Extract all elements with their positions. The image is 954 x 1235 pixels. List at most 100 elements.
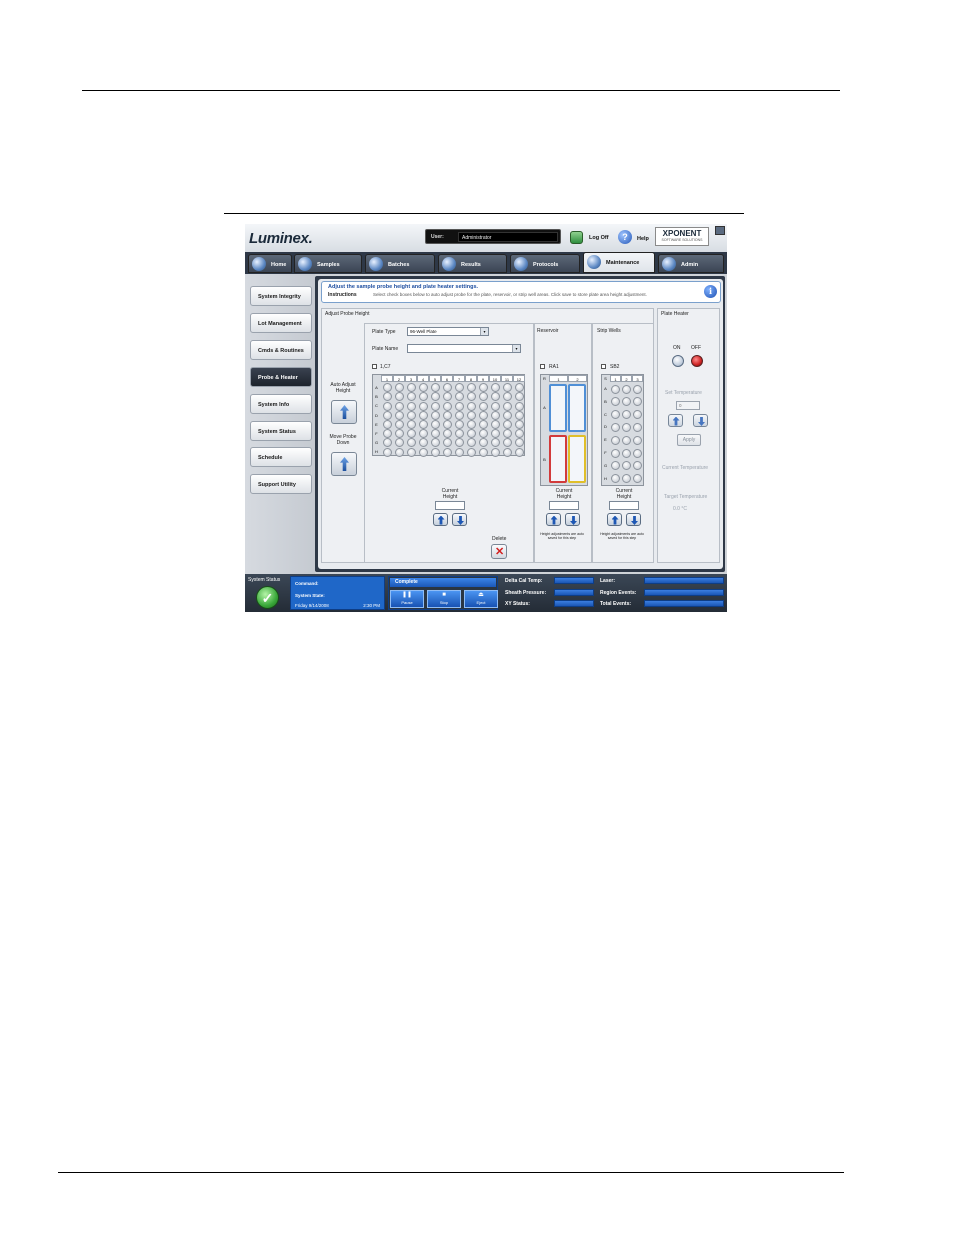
- strip-well[interactable]: [610, 474, 620, 484]
- plate-well[interactable]: [418, 420, 428, 429]
- heater-off-radio[interactable]: [691, 355, 703, 367]
- sidebar-item-probe-heater[interactable]: Probe & Heater: [250, 367, 312, 387]
- strip-well[interactable]: [632, 461, 642, 471]
- plate-well[interactable]: [466, 438, 476, 448]
- plate-well[interactable]: [514, 383, 524, 393]
- sidebar-item-support-utility[interactable]: Support Utility: [250, 474, 312, 494]
- plate-current-height-field[interactable]: [435, 501, 465, 510]
- plate-well[interactable]: [454, 401, 464, 411]
- plate-well[interactable]: [514, 420, 524, 429]
- plate-well[interactable]: [442, 392, 452, 402]
- plate-height-up-button[interactable]: [433, 513, 448, 526]
- sidebar-item-system-integrity[interactable]: System Integrity: [250, 286, 312, 306]
- plate-well[interactable]: [442, 429, 452, 439]
- apply-button[interactable]: Apply: [677, 434, 701, 446]
- plate-well[interactable]: [430, 401, 440, 411]
- plate-well[interactable]: [490, 438, 500, 448]
- strip-well[interactable]: [610, 410, 620, 420]
- plate-well[interactable]: [394, 410, 404, 420]
- plate-well[interactable]: [454, 383, 464, 393]
- move-probe-down-button[interactable]: [331, 452, 357, 476]
- help-label[interactable]: Help: [637, 236, 649, 242]
- plate-well[interactable]: [430, 447, 440, 457]
- plate-checkbox[interactable]: [372, 364, 377, 369]
- sidebar-item-system-status[interactable]: System Status: [250, 421, 312, 441]
- plate-well[interactable]: [442, 438, 452, 448]
- sidebar-item-cmds-routines[interactable]: Cmds & Routines: [250, 340, 312, 360]
- plate-well[interactable]: [418, 410, 428, 420]
- plate-well[interactable]: [478, 383, 488, 393]
- plate-well[interactable]: [406, 392, 416, 402]
- plate-well[interactable]: [502, 420, 512, 429]
- plate-well[interactable]: [478, 429, 488, 439]
- heater-on-radio[interactable]: [672, 355, 684, 367]
- sidebar-item-schedule[interactable]: Schedule: [250, 447, 312, 467]
- plate-height-down-button[interactable]: [452, 513, 467, 526]
- reservoir-checkbox[interactable]: [540, 364, 545, 369]
- plate-well[interactable]: [394, 383, 404, 393]
- plate-well[interactable]: [418, 401, 428, 411]
- plate-well[interactable]: [442, 410, 452, 420]
- tab-home[interactable]: Home: [248, 254, 292, 273]
- plate-well[interactable]: [502, 392, 512, 402]
- logoff-label[interactable]: Log Off: [589, 235, 609, 241]
- plate-well[interactable]: [430, 420, 440, 429]
- strip-well[interactable]: [610, 461, 620, 471]
- plate-name-select[interactable]: ▾: [407, 344, 521, 353]
- strip-height-up-button[interactable]: [607, 513, 622, 526]
- plate-well[interactable]: [394, 438, 404, 448]
- tab-admin[interactable]: Admin: [658, 254, 724, 273]
- plate-well[interactable]: [514, 447, 524, 457]
- plate-well[interactable]: [430, 410, 440, 420]
- plate-well[interactable]: [490, 447, 500, 457]
- strip-height-down-button[interactable]: [626, 513, 641, 526]
- plate-well[interactable]: [406, 429, 416, 439]
- strip-well[interactable]: [610, 422, 620, 432]
- plate-well[interactable]: [490, 392, 500, 402]
- window-menu-icon[interactable]: [715, 226, 725, 235]
- plate-well[interactable]: [490, 383, 500, 393]
- strip-well[interactable]: [632, 410, 642, 420]
- plate-well[interactable]: [442, 447, 452, 457]
- reservoir-well-b1[interactable]: [549, 435, 567, 483]
- plate-well[interactable]: [418, 383, 428, 393]
- plate-well[interactable]: [514, 401, 524, 411]
- plate-well[interactable]: [406, 383, 416, 393]
- plate-well[interactable]: [406, 410, 416, 420]
- plate-well[interactable]: [454, 447, 464, 457]
- strip-well[interactable]: [632, 397, 642, 407]
- plate-well[interactable]: [382, 438, 392, 448]
- strip-well[interactable]: [632, 384, 642, 394]
- plate-well[interactable]: [418, 392, 428, 402]
- plate-well[interactable]: [478, 420, 488, 429]
- plate-well[interactable]: [406, 447, 416, 457]
- plate-well[interactable]: [430, 438, 440, 448]
- plate-well[interactable]: [394, 420, 404, 429]
- plate-well[interactable]: [514, 410, 524, 420]
- plate-well[interactable]: [454, 392, 464, 402]
- tab-maintenance[interactable]: Maintenance: [583, 252, 655, 273]
- plate-well[interactable]: [418, 438, 428, 448]
- plate-well[interactable]: [478, 447, 488, 457]
- plate-well[interactable]: [514, 438, 524, 448]
- plate-well[interactable]: [442, 420, 452, 429]
- plate-well[interactable]: [478, 438, 488, 448]
- reservoir-well-a2[interactable]: [568, 384, 586, 432]
- strip-well[interactable]: [610, 448, 620, 458]
- plate-well[interactable]: [466, 447, 476, 457]
- logoff-icon[interactable]: [570, 231, 583, 244]
- plate-well[interactable]: [454, 410, 464, 420]
- temp-up-button[interactable]: [668, 414, 683, 427]
- plate-well[interactable]: [466, 429, 476, 439]
- info-icon[interactable]: i: [704, 285, 717, 298]
- plate-well[interactable]: [394, 429, 404, 439]
- plate-well[interactable]: [382, 401, 392, 411]
- strip-well[interactable]: [632, 422, 642, 432]
- plate-well[interactable]: [502, 438, 512, 448]
- plate-well[interactable]: [466, 392, 476, 402]
- plate-well[interactable]: [478, 401, 488, 411]
- plate-well[interactable]: [478, 392, 488, 402]
- plate-well[interactable]: [454, 429, 464, 439]
- plate-well[interactable]: [442, 401, 452, 411]
- strip-well[interactable]: [621, 422, 631, 432]
